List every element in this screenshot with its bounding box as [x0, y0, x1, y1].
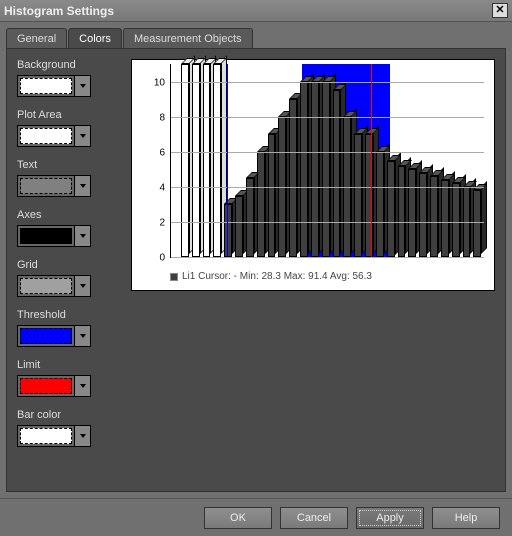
y-tick-label: 0 [159, 253, 165, 264]
legend-text: Li1 Cursor: - Min: 28.3 Max: 91.4 Avg: 5… [182, 271, 372, 282]
dialog-window: Histogram Settings ✕ General Colors Meas… [0, 0, 512, 536]
chevron-down-icon [80, 184, 86, 188]
plot-area: 0 2 4 6 8 10 [170, 64, 484, 258]
limit-line [371, 64, 372, 257]
y-tick-label: 10 [154, 77, 165, 88]
gridline: 6 [171, 152, 484, 153]
dropdown-button[interactable] [74, 276, 90, 296]
setting-limit: Limit [17, 359, 117, 397]
histogram-preview: 0 2 4 6 8 10 Li1 Cursor: - Min: 28.3 Max: 91.… [131, 59, 495, 291]
color-swatch [20, 378, 72, 394]
bar [473, 64, 487, 257]
chevron-down-icon [80, 384, 86, 388]
gridline: 0 [171, 257, 484, 258]
color-settings-sidebar: Background Plot Area Text Axes Grid Threshold… [17, 59, 117, 481]
chevron-down-icon [80, 134, 86, 138]
content-area: General Colors Measurement Objects Backg… [0, 22, 512, 498]
setting-label: Limit [17, 359, 117, 371]
setting-label: Threshold [17, 309, 117, 321]
close-icon: ✕ [495, 5, 504, 16]
setting-background: Background [17, 59, 117, 97]
color-swatch [20, 178, 72, 194]
color-picker[interactable] [17, 75, 91, 97]
chevron-down-icon [80, 434, 86, 438]
setting-label: Plot Area [17, 109, 117, 121]
y-tick-label: 8 [159, 112, 165, 123]
help-button[interactable]: Help [432, 507, 500, 529]
color-swatch [20, 228, 72, 244]
bars-container [171, 64, 484, 257]
color-swatch [20, 328, 72, 344]
setting-label: Background [17, 59, 117, 71]
cancel-button[interactable]: Cancel [280, 507, 348, 529]
setting-text: Text [17, 159, 117, 197]
setting-axes: Axes [17, 209, 117, 247]
dropdown-button[interactable] [74, 176, 90, 196]
tab-colors[interactable]: Colors [68, 28, 122, 48]
gridline: 8 [171, 117, 484, 118]
close-button[interactable]: ✕ [492, 3, 508, 18]
setting-plot-area: Plot Area [17, 109, 117, 147]
chevron-down-icon [80, 334, 86, 338]
chart-legend: Li1 Cursor: - Min: 28.3 Max: 91.4 Avg: 5… [170, 271, 372, 282]
y-tick-label: 6 [159, 147, 165, 158]
color-picker[interactable] [17, 175, 91, 197]
color-picker[interactable] [17, 375, 91, 397]
color-swatch [20, 128, 72, 144]
color-picker[interactable] [17, 125, 91, 147]
chevron-down-icon [80, 234, 86, 238]
y-tick-label: 2 [159, 217, 165, 228]
tab-general[interactable]: General [6, 28, 67, 48]
tab-bar: General Colors Measurement Objects [6, 28, 506, 48]
setting-bar-color: Bar color [17, 409, 117, 447]
color-picker[interactable] [17, 425, 91, 447]
cursor-line [227, 64, 228, 257]
chevron-down-icon [80, 284, 86, 288]
legend-swatch-icon [170, 273, 178, 281]
color-swatch [20, 428, 72, 444]
gridline: 10 [171, 82, 484, 83]
ok-button[interactable]: OK [204, 507, 272, 529]
titlebar: Histogram Settings ✕ [0, 0, 512, 22]
color-picker[interactable] [17, 275, 91, 297]
color-picker[interactable] [17, 225, 91, 247]
tab-panel: Background Plot Area Text Axes Grid Threshold… [6, 48, 506, 492]
y-tick-label: 4 [159, 182, 165, 193]
dropdown-button[interactable] [74, 126, 90, 146]
gridline: 4 [171, 187, 484, 188]
color-swatch [20, 278, 72, 294]
dropdown-button[interactable] [74, 76, 90, 96]
apply-button[interactable]: Apply [356, 507, 424, 529]
setting-grid: Grid [17, 259, 117, 297]
setting-label: Axes [17, 209, 117, 221]
chevron-down-icon [80, 84, 86, 88]
setting-label: Text [17, 159, 117, 171]
tab-measurement-objects[interactable]: Measurement Objects [123, 28, 253, 48]
window-title: Histogram Settings [4, 4, 492, 18]
dialog-footer: OK Cancel Apply Help [0, 498, 512, 536]
dropdown-button[interactable] [74, 426, 90, 446]
dropdown-button[interactable] [74, 226, 90, 246]
setting-label: Grid [17, 259, 117, 271]
dropdown-button[interactable] [74, 326, 90, 346]
setting-threshold: Threshold [17, 309, 117, 347]
color-swatch [20, 78, 72, 94]
gridline: 2 [171, 222, 484, 223]
setting-label: Bar color [17, 409, 117, 421]
color-picker[interactable] [17, 325, 91, 347]
dropdown-button[interactable] [74, 376, 90, 396]
